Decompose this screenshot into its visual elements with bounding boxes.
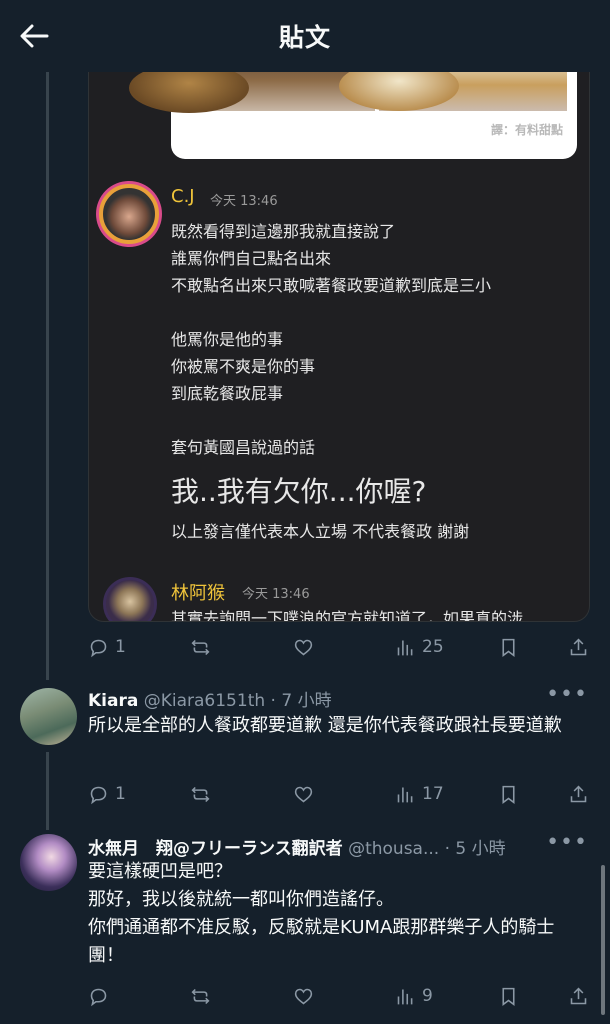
- avatar[interactable]: [20, 834, 77, 891]
- more-button[interactable]: •••: [546, 832, 588, 854]
- more-button[interactable]: •••: [546, 684, 588, 706]
- retweet-button[interactable]: [190, 632, 217, 662]
- share-icon: [570, 785, 587, 802]
- reply-icon: [90, 639, 107, 657]
- comment-author: C.J: [171, 186, 195, 207]
- retweet-button[interactable]: [190, 779, 217, 809]
- share-button[interactable]: [568, 779, 589, 809]
- scrollbar[interactable]: [601, 865, 605, 1015]
- like-button[interactable]: [293, 981, 320, 1011]
- display-name[interactable]: 水無月 翔@フリーランス翻訳者: [88, 839, 343, 859]
- handle-and-time: @thousa... · 5 小時: [348, 839, 506, 859]
- reply-button[interactable]: [88, 981, 115, 1011]
- tweet-text: 所以是全部的人餐政都要道歉 還是你代表餐政跟社長要道歉: [88, 715, 562, 736]
- tweet-header: 水無月 翔@フリーランス翻訳者 @thousa... · 5 小時: [88, 834, 550, 859]
- comment-text: 其實去詢問一下噗浪的官方就知道了，如果真的涉: [171, 609, 524, 622]
- comment-note: 以上發言僅代表本人立場 不代表餐政 謝謝: [171, 522, 470, 541]
- more-icon: •••: [546, 830, 588, 855]
- reply-icon: [90, 988, 107, 1006]
- avatar: [103, 577, 157, 621]
- tweet-actions: 9: [88, 981, 590, 1011]
- tweet-actions: 1 17: [88, 779, 590, 809]
- avatar[interactable]: [20, 688, 77, 745]
- comment-big-text: 我..我有欠你...你喔?: [171, 475, 427, 508]
- reply-count: 1: [115, 784, 126, 804]
- handle-and-time: @Kiara6151th · 7 小時: [143, 691, 332, 711]
- display-name[interactable]: Kiara: [88, 691, 138, 711]
- comment-text: 既然看得到這邊那我就直接說了 誰罵你們自己點名出來 不敢點名出來只敢喊著餐政要道…: [171, 222, 492, 457]
- reply-icon: [90, 786, 107, 804]
- share-button[interactable]: [568, 981, 589, 1011]
- reply-button[interactable]: 1: [88, 779, 126, 809]
- comment-time: 今天 13:46: [242, 587, 310, 602]
- bookmark-button[interactable]: [498, 981, 519, 1011]
- media-image[interactable]: 譯：有料甜點 C.J 今天 13:46 既然看得到這邊那我就直接說了 誰罵你們自…: [88, 0, 590, 622]
- page-title: 貼文: [278, 23, 331, 52]
- reply-button[interactable]: 1: [88, 632, 126, 662]
- heart-icon: [294, 988, 313, 1005]
- comment-author: 林阿猴: [171, 583, 225, 604]
- views-button[interactable]: 25: [395, 632, 444, 662]
- views-count: 9: [422, 986, 433, 1006]
- heart-icon: [294, 786, 313, 803]
- views-button[interactable]: 9: [395, 981, 433, 1011]
- bookmark-icon: [502, 987, 515, 1006]
- bookmark-icon: [502, 785, 515, 804]
- tweet-header: Kiara @Kiara6151th · 7 小時: [88, 686, 550, 711]
- views-icon: [397, 989, 413, 1004]
- comment-time: 今天 13:46: [210, 194, 278, 209]
- share-icon: [570, 987, 587, 1004]
- like-button[interactable]: [293, 632, 320, 662]
- watermark: 譯：有料甜點: [490, 123, 563, 137]
- reply-count: 1: [115, 637, 126, 657]
- top-bar: 貼文: [0, 0, 610, 72]
- views-count: 17: [422, 784, 444, 804]
- share-button[interactable]: [568, 632, 589, 662]
- bookmark-button[interactable]: [498, 632, 519, 662]
- heart-icon: [294, 639, 313, 656]
- tweet[interactable]: 水無月 翔@フリーランス翻訳者 @thousa... · 5 小時 ••• 要這…: [0, 832, 610, 984]
- retweet-icon: [191, 786, 210, 802]
- tweet-text: 要這樣硬凹是吧？ 那好，我以後就統一都叫你們造謠仔。 你們通通都不准反駁，反駁就…: [88, 861, 555, 966]
- views-button[interactable]: 17: [395, 779, 444, 809]
- bookmark-button[interactable]: [498, 779, 519, 809]
- more-icon: •••: [546, 682, 588, 707]
- views-icon: [397, 640, 413, 655]
- tweet-actions: 1 25: [88, 632, 590, 662]
- thread-line: [46, 60, 49, 680]
- like-button[interactable]: [293, 779, 320, 809]
- share-icon: [570, 638, 587, 655]
- views-count: 25: [422, 637, 444, 657]
- avatar: [99, 184, 159, 244]
- retweet-icon: [191, 639, 210, 655]
- bookmark-icon: [502, 638, 515, 657]
- retweet-icon: [191, 988, 210, 1004]
- views-icon: [397, 787, 413, 802]
- retweet-button[interactable]: [190, 981, 217, 1011]
